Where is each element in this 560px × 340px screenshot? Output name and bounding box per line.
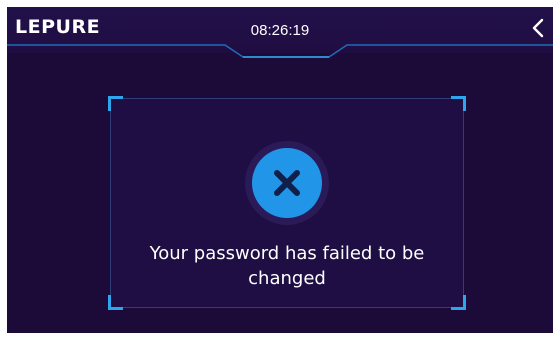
error-message: Your password has failed to be changed (149, 243, 425, 289)
corner-accent (451, 96, 466, 111)
close-icon (245, 141, 329, 225)
back-button[interactable] (525, 13, 551, 43)
corner-accent (108, 295, 123, 310)
corner-accent (451, 295, 466, 310)
brand-logo: LEPURE (15, 16, 101, 38)
error-dialog: Your password has failed to be changed (108, 96, 466, 310)
chevron-left-icon (532, 18, 544, 38)
top-bar: LEPURE 08:26:19 (7, 7, 553, 53)
clock-time: 08:26:19 (250, 22, 310, 39)
app-screen: LEPURE 08:26:19 Your password has failed… (7, 7, 553, 333)
corner-accent (108, 96, 123, 111)
